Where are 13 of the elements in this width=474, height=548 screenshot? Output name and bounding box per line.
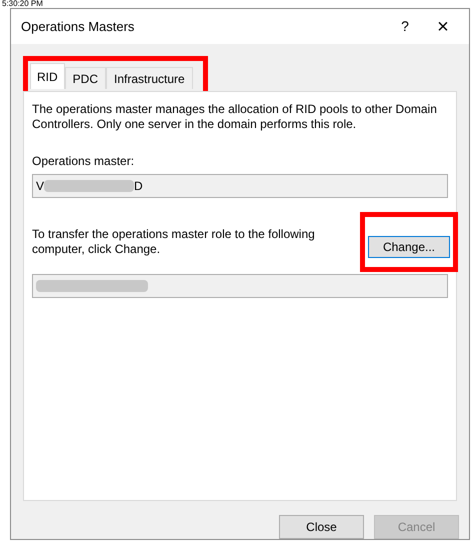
close-button[interactable]: × xyxy=(423,16,463,36)
tab[interactable]: RID xyxy=(30,63,65,89)
window-title: Operations Masters xyxy=(21,18,136,36)
transfer-text: To transfer the operations master role to the following computer, click Change. xyxy=(32,227,316,257)
clock-text: 5:30:20 PM xyxy=(2,0,43,8)
tab[interactable]: Infrastructure xyxy=(106,67,193,89)
help-button[interactable]: ? xyxy=(387,16,423,37)
dialog-button[interactable]: Close xyxy=(279,515,364,539)
field-label: Operations master: xyxy=(32,153,136,170)
operations-master-field: V D xyxy=(32,174,448,198)
change-button[interactable]: Change... xyxy=(368,236,450,258)
description-text: The operations master manages the allocation of RID pools to other Domain Controllers. Only one server in the domain performs this role. xyxy=(32,102,438,132)
tab[interactable]: PDC xyxy=(64,67,106,89)
